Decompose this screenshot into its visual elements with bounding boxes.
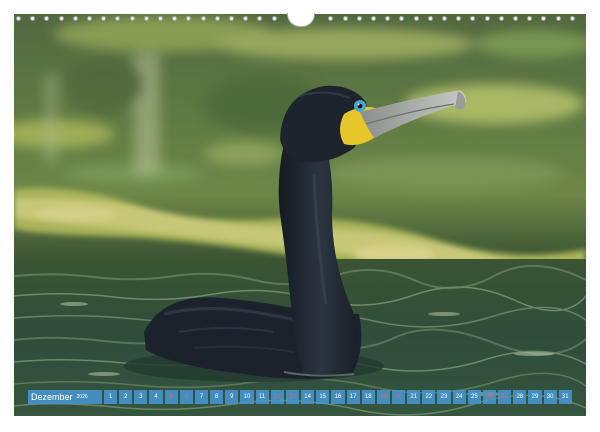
cormorant-photo xyxy=(14,14,586,416)
day-cell: 21 xyxy=(407,390,421,404)
binding-hole xyxy=(427,16,433,21)
binding-hole xyxy=(115,16,121,21)
binding-hole xyxy=(58,16,64,21)
day-cell: 29 xyxy=(528,390,542,404)
day-cell: 11 xyxy=(255,390,269,404)
binding-hole xyxy=(143,16,149,21)
binding-hole xyxy=(385,16,391,21)
binding-hole xyxy=(87,16,92,21)
binding-hole xyxy=(513,16,518,21)
binding-hole xyxy=(498,16,504,21)
binding-hole xyxy=(72,16,78,21)
days-row: 1 2 3 4 5 6 7 8 9 10 11 12 13 14 15 16 17 18 19 20 21 22 23 24 2… xyxy=(104,390,572,404)
binding-hole xyxy=(44,16,50,21)
binding-hole xyxy=(214,16,220,21)
day-cell: 4 xyxy=(149,390,163,404)
day-cell: 12 xyxy=(270,390,284,404)
binding-hole xyxy=(129,16,135,21)
binding-hole xyxy=(101,16,107,21)
day-cell: 22 xyxy=(422,390,436,404)
binding-hole xyxy=(484,16,490,21)
day-cell: 9 xyxy=(225,390,239,404)
day-cell: 10 xyxy=(240,390,254,404)
day-cell: 25 xyxy=(467,390,481,404)
day-cell: 18 xyxy=(361,390,375,404)
binding-hole xyxy=(229,16,234,21)
month-label: Dezember 2026 xyxy=(28,390,102,404)
binding-hole xyxy=(442,16,447,21)
binding-hole xyxy=(470,16,476,21)
binding-hole xyxy=(527,16,533,21)
binding-hole xyxy=(257,16,263,21)
day-cell: 24 xyxy=(452,390,466,404)
day-cell: 8 xyxy=(210,390,224,404)
day-cell: 17 xyxy=(346,390,360,404)
binding-hole xyxy=(186,16,192,21)
calendar-strip: Dezember 2026 1 2 3 4 5 6 7 8 9 10 11 12 13 14 15 16 17 1… xyxy=(28,390,572,404)
day-cell: 26 xyxy=(482,390,497,404)
day-cell: 23 xyxy=(437,390,451,404)
day-cell: 28 xyxy=(513,390,527,404)
day-cell: 1 xyxy=(104,390,118,404)
day-cell: 16 xyxy=(331,390,345,404)
binding-hole xyxy=(243,16,249,21)
binding-hole xyxy=(30,16,36,21)
day-cell: 19 xyxy=(376,390,390,404)
binding-hole xyxy=(541,16,547,21)
binding-hole xyxy=(16,16,21,21)
binding-hole xyxy=(342,16,348,21)
binding-hole xyxy=(569,16,575,21)
day-cell: 6 xyxy=(179,390,193,404)
binding-hole xyxy=(371,16,376,21)
day-cell: 30 xyxy=(543,390,557,404)
binding-hole xyxy=(200,16,206,21)
day-cell: 31 xyxy=(558,390,572,404)
month-name: Dezember xyxy=(31,392,73,402)
binding-hole xyxy=(172,16,178,21)
binding-hole xyxy=(555,16,561,21)
year-label: 2026 xyxy=(76,394,88,400)
day-cell: 20 xyxy=(391,390,406,404)
binding-hole xyxy=(413,16,419,21)
day-cell: 13 xyxy=(285,390,300,404)
day-cell: 5 xyxy=(164,390,178,404)
day-cell: 14 xyxy=(301,390,315,404)
calendar-page: Dezember 2026 1 2 3 4 5 6 7 8 9 10 11 12 13 14 15 16 17 1… xyxy=(0,0,600,432)
day-cell: 3 xyxy=(134,390,148,404)
day-cell: 27 xyxy=(498,390,512,404)
binding-hole xyxy=(271,16,277,21)
day-cell: 7 xyxy=(194,390,209,404)
binding-hole xyxy=(356,16,362,21)
day-cell: 2 xyxy=(119,390,133,404)
binding-hole xyxy=(456,16,462,21)
binding-hole xyxy=(158,16,163,21)
binding-hole xyxy=(399,16,405,21)
day-cell: 15 xyxy=(316,390,330,404)
binding-hole xyxy=(328,16,334,21)
